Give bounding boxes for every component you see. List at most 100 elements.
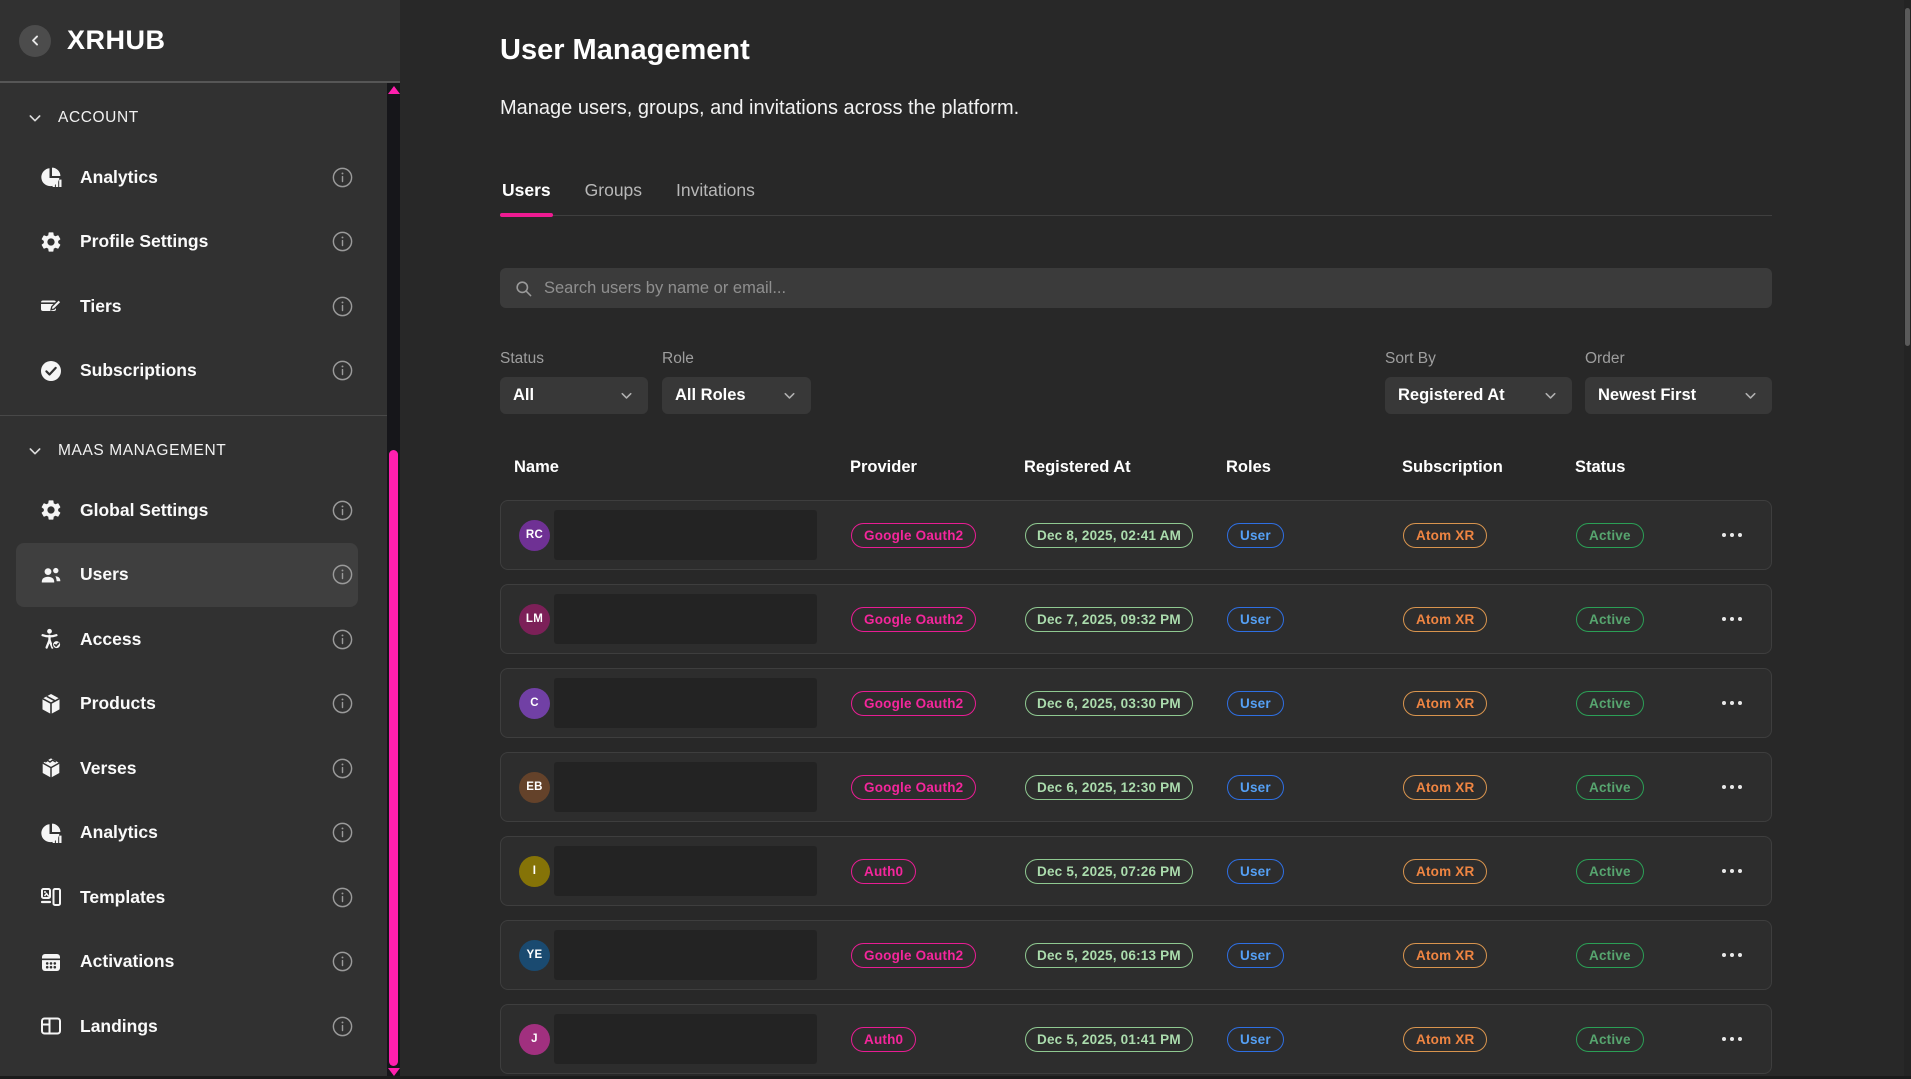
info-icon[interactable] (331, 692, 354, 715)
row-menu-button[interactable] (1714, 693, 1750, 713)
info-icon[interactable] (331, 499, 354, 522)
role-badge: User (1227, 775, 1284, 800)
row-menu-button[interactable] (1714, 945, 1750, 965)
back-button[interactable] (19, 25, 51, 57)
order-select[interactable]: Newest First (1585, 377, 1772, 414)
sidebar-item-tiers[interactable]: Tiers (16, 274, 358, 339)
chevron-down-icon (1742, 387, 1759, 404)
sidebar-section-maas-management[interactable]: MAAS MANAGEMENT (0, 424, 400, 478)
info-icon[interactable] (331, 628, 354, 651)
sidebar-item-landings[interactable]: Landings (16, 994, 358, 1059)
row-menu-button[interactable] (1714, 609, 1750, 629)
name-cell: C (501, 678, 851, 728)
info-icon[interactable] (331, 563, 354, 586)
section-label: MAAS MANAGEMENT (58, 442, 226, 460)
row-menu-button[interactable] (1714, 525, 1750, 545)
column-header-roles: Roles (1226, 458, 1402, 477)
sidebar-item-profile-settings[interactable]: Profile Settings (16, 210, 358, 275)
registered-at-badge: Dec 5, 2025, 07:26 PM (1025, 859, 1193, 884)
sidebar-item-analytics[interactable]: Analytics (16, 145, 358, 210)
sidebar-item-label: Subscriptions (80, 360, 197, 381)
subscription-cell: Atom XR (1403, 943, 1576, 968)
table-row[interactable]: RC Google Oauth2 Dec 8, 2025, 02:41 AM U… (500, 500, 1772, 570)
sidebar-item-templates[interactable]: Templates (16, 865, 358, 930)
sidebar: XRHUB ACCOUNT Analytics Profile Settings… (0, 0, 400, 1079)
select-value: Registered At (1398, 386, 1505, 405)
chevron-left-icon (28, 33, 43, 48)
table-row[interactable]: LM Google Oauth2 Dec 7, 2025, 09:32 PM U… (500, 584, 1772, 654)
table-row[interactable]: C Google Oauth2 Dec 6, 2025, 03:30 PM Us… (500, 668, 1772, 738)
sidebar-item-activations[interactable]: Activations (16, 930, 358, 995)
registered-at-badge: Dec 6, 2025, 12:30 PM (1025, 775, 1193, 800)
redacted-name (554, 678, 817, 728)
layout-grid-icon (38, 885, 64, 909)
sidebar-item-global-settings[interactable]: Global Settings (16, 478, 358, 543)
sidebar-item-access[interactable]: Access (16, 607, 358, 672)
info-icon[interactable] (331, 230, 354, 253)
name-cell: I (501, 846, 851, 896)
info-icon[interactable] (331, 757, 354, 780)
sidebar-item-subscriptions[interactable]: Subscriptions (16, 339, 358, 404)
subscription-cell: Atom XR (1403, 691, 1576, 716)
info-icon[interactable] (331, 821, 354, 844)
info-icon[interactable] (331, 950, 354, 973)
tab-invitations[interactable]: Invitations (674, 180, 757, 215)
row-menu-button[interactable] (1714, 1029, 1750, 1049)
sidebar-item-analytics-maas[interactable]: Analytics (16, 801, 358, 866)
tab-groups[interactable]: Groups (583, 180, 644, 215)
row-menu-button[interactable] (1714, 777, 1750, 797)
info-icon[interactable] (331, 886, 354, 909)
filter-role: Role All Roles (662, 350, 811, 414)
status-cell: Active (1576, 691, 1691, 716)
status-cell: Active (1576, 775, 1691, 800)
sort-by-select[interactable]: Registered At (1385, 377, 1572, 414)
status-cell: Active (1576, 1027, 1691, 1052)
status-cell: Active (1576, 859, 1691, 884)
table-row[interactable]: I Auth0 Dec 5, 2025, 07:26 PM User Atom … (500, 836, 1772, 906)
window-scrollbar-thumb[interactable] (1905, 8, 1910, 346)
table-row[interactable]: YE Google Oauth2 Dec 5, 2025, 06:13 PM U… (500, 920, 1772, 990)
registered-at-badge: Dec 5, 2025, 06:13 PM (1025, 943, 1193, 968)
info-icon[interactable] (331, 359, 354, 382)
accessibility-icon (38, 627, 64, 651)
status-badge: Active (1576, 859, 1644, 884)
row-menu-button[interactable] (1714, 861, 1750, 881)
tab-users[interactable]: Users (500, 180, 553, 215)
sidebar-item-products[interactable]: Products (16, 672, 358, 737)
avatar: C (519, 688, 550, 719)
sidebar-item-verses[interactable]: Verses (16, 736, 358, 801)
status-cell: Active (1576, 607, 1691, 632)
actions-cell (1691, 609, 1773, 629)
scroll-up-arrow[interactable] (388, 86, 400, 94)
search-input[interactable] (544, 279, 1772, 298)
role-badge: User (1227, 859, 1284, 884)
sidebar-item-users[interactable]: Users (16, 543, 358, 608)
info-icon[interactable] (331, 295, 354, 318)
provider-badge: Google Oauth2 (851, 523, 976, 548)
status-cell: Active (1576, 523, 1691, 548)
name-cell: RC (501, 510, 851, 560)
sidebar-scrollbar[interactable] (387, 83, 400, 1079)
window-scrollbar[interactable] (1904, 0, 1911, 1079)
chevron-down-icon (618, 387, 635, 404)
scroll-down-arrow[interactable] (388, 1068, 400, 1076)
box-icon (38, 692, 64, 716)
sidebar-item-label: Analytics (80, 167, 158, 188)
info-icon[interactable] (331, 1015, 354, 1038)
actions-cell (1691, 861, 1773, 881)
sidebar-item-label: Landings (80, 1016, 158, 1037)
chevron-down-icon (27, 110, 43, 126)
provider-badge: Google Oauth2 (851, 775, 976, 800)
info-icon[interactable] (331, 166, 354, 189)
table-row[interactable]: EB Google Oauth2 Dec 6, 2025, 12:30 PM U… (500, 752, 1772, 822)
actions-cell (1691, 1029, 1773, 1049)
provider-cell: Auth0 (851, 1027, 1025, 1052)
table-row[interactable]: J Auth0 Dec 5, 2025, 01:41 PM User Atom … (500, 1004, 1772, 1074)
status-select[interactable]: All (500, 377, 648, 414)
registered-at-cell: Dec 5, 2025, 01:41 PM (1025, 1027, 1227, 1052)
provider-badge: Google Oauth2 (851, 691, 976, 716)
sidebar-divider (0, 415, 387, 416)
role-select[interactable]: All Roles (662, 377, 811, 414)
sidebar-scrollbar-thumb[interactable] (389, 450, 398, 1066)
sidebar-section-account[interactable]: ACCOUNT (0, 91, 400, 145)
